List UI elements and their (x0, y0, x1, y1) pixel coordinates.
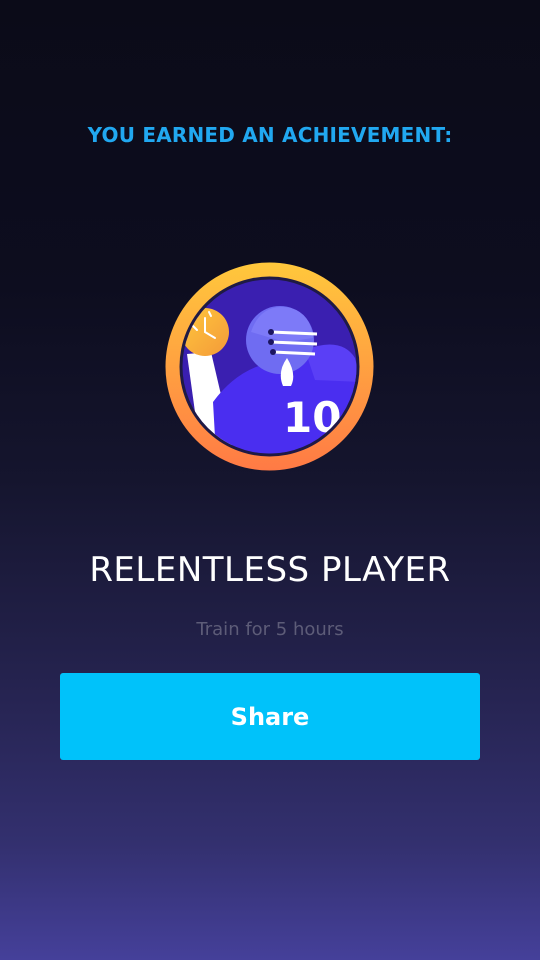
achievement-description: Train for 5 hours (196, 619, 344, 640)
achievement-badge: 10 (165, 262, 374, 471)
achievement-title: RELENTLESS PLAYER (89, 550, 451, 590)
share-button[interactable]: Share (60, 673, 480, 760)
football-player-badge-icon: 10 (165, 262, 374, 471)
achievement-header: YOU EARNED AN ACHIEVEMENT: (87, 123, 453, 147)
